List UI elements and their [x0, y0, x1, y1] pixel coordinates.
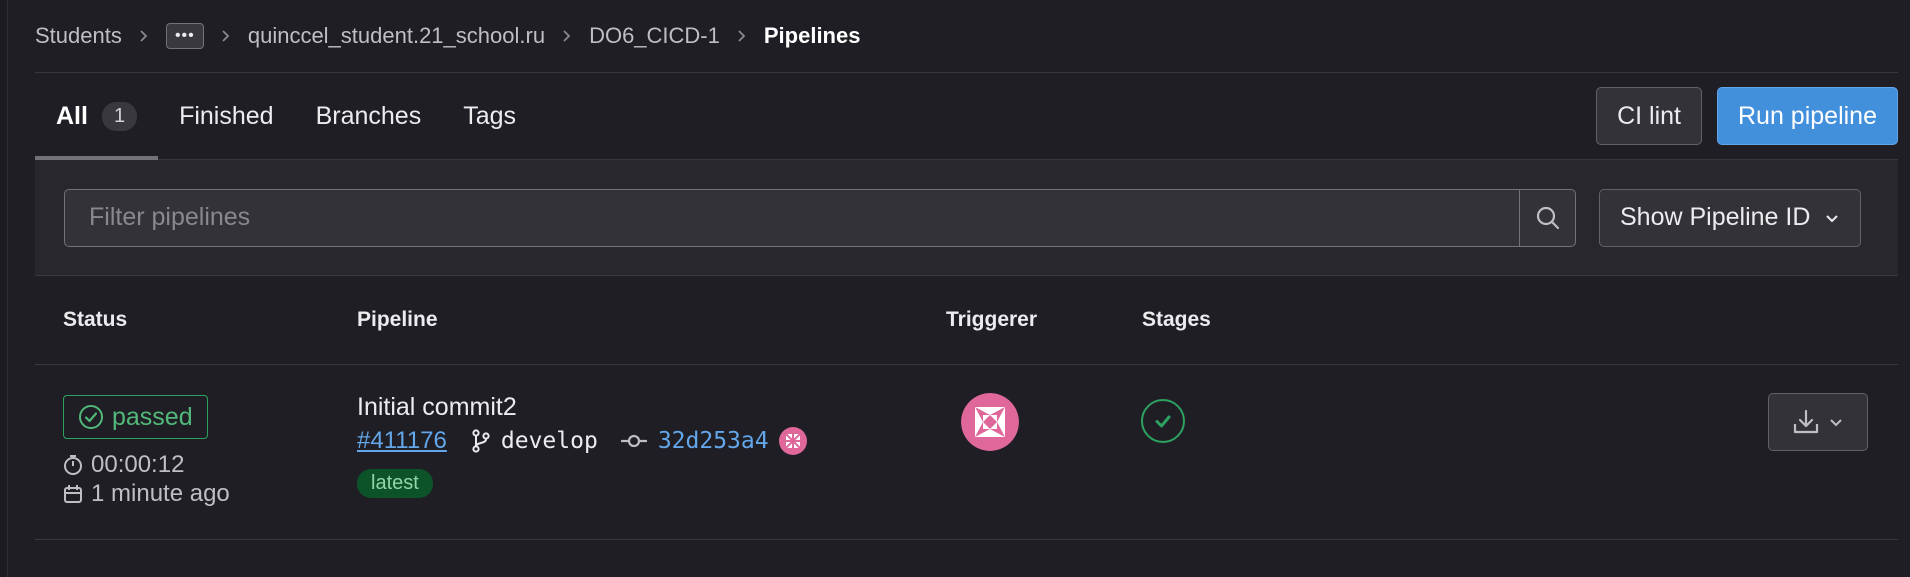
pipelines-page: Students ••• quinccel_student.21_school.… [35, 0, 1898, 540]
tab-tags[interactable]: Tags [442, 73, 537, 159]
tab-all[interactable]: All 1 [35, 73, 159, 160]
filter-bar: Show Pipeline ID [35, 160, 1898, 276]
status-badge[interactable]: passed [63, 395, 208, 439]
chevron-right-icon [561, 29, 573, 43]
breadcrumb: Students ••• quinccel_student.21_school.… [35, 0, 1898, 73]
sidebar-edge [0, 0, 8, 577]
pipeline-id-link[interactable]: #411176 [357, 427, 447, 455]
tab-branches[interactable]: Branches [295, 73, 443, 159]
finished-text: 1 minute ago [91, 480, 230, 507]
tab-label: Finished [179, 101, 274, 130]
duration-text: 00:00:12 [91, 451, 185, 478]
latest-badge: latest [357, 469, 433, 498]
breadcrumb-students[interactable]: Students [35, 23, 122, 49]
tab-finished[interactable]: Finished [158, 73, 295, 159]
triggerer-avatar[interactable] [961, 393, 1019, 451]
commit-icon [620, 434, 647, 448]
filter-pipelines-input[interactable] [65, 189, 1519, 246]
breadcrumb-pipelines[interactable]: Pipelines [764, 23, 861, 49]
status-text: passed [112, 402, 193, 431]
check-circle-icon [79, 405, 103, 429]
breadcrumb-project[interactable]: DO6_CICD-1 [589, 23, 720, 49]
download-icon [1793, 409, 1819, 434]
column-status: Status [63, 308, 128, 331]
finished-time: 1 minute ago [63, 480, 230, 508]
breadcrumb-user[interactable]: quinccel_student.21_school.ru [248, 23, 545, 49]
chevron-right-icon [220, 29, 232, 43]
table-header: Status Pipeline Triggerer Stages [35, 276, 1898, 365]
chevron-right-icon [736, 29, 748, 43]
status-success-icon [1155, 415, 1171, 428]
dropdown-label: Show Pipeline ID [1620, 203, 1811, 231]
search-button[interactable] [1519, 189, 1575, 246]
search-icon [1536, 206, 1559, 229]
pipeline-tabs: All 1 Finished Branches Tags [35, 73, 537, 160]
duration: 00:00:12 [63, 451, 184, 479]
tab-label: Branches [315, 101, 422, 130]
page-actions: CI lint Run pipeline [1596, 73, 1898, 159]
column-triggerer: Triggerer [946, 308, 1038, 331]
pipeline-refs: #411176 develop 32d253a4 [357, 427, 807, 455]
calendar-icon [64, 485, 82, 503]
tab-count-badge: 1 [101, 101, 138, 131]
branch-link[interactable]: develop [501, 428, 598, 454]
commit-title[interactable]: Initial commit2 [357, 393, 517, 422]
column-pipeline: Pipeline [357, 308, 438, 331]
tab-label: All [56, 101, 88, 130]
tab-label: Tags [463, 101, 517, 130]
commit-sha-link[interactable]: 32d253a4 [658, 428, 769, 454]
column-stages: Stages [1142, 308, 1211, 331]
ci-lint-button[interactable]: CI lint [1596, 87, 1702, 145]
branch-icon [472, 429, 490, 453]
download-artifacts-button[interactable] [1768, 393, 1868, 451]
timer-icon [64, 455, 82, 475]
table-row: passed 00:00:12 1 minute ago Initial com… [35, 365, 1898, 540]
chevron-down-icon [1830, 419, 1842, 427]
run-pipeline-button[interactable]: Run pipeline [1717, 87, 1898, 145]
pipeline-key-dropdown[interactable]: Show Pipeline ID [1599, 188, 1862, 247]
chevron-right-icon [138, 29, 150, 43]
chevron-down-icon [1826, 214, 1839, 222]
filter-search [64, 188, 1576, 247]
tabs-bar: All 1 Finished Branches Tags CI lint Run… [35, 73, 1898, 160]
breadcrumb-more-button[interactable]: ••• [165, 23, 204, 49]
commit-author-avatar[interactable] [778, 427, 807, 455]
stage-status-icon[interactable] [1141, 399, 1185, 443]
